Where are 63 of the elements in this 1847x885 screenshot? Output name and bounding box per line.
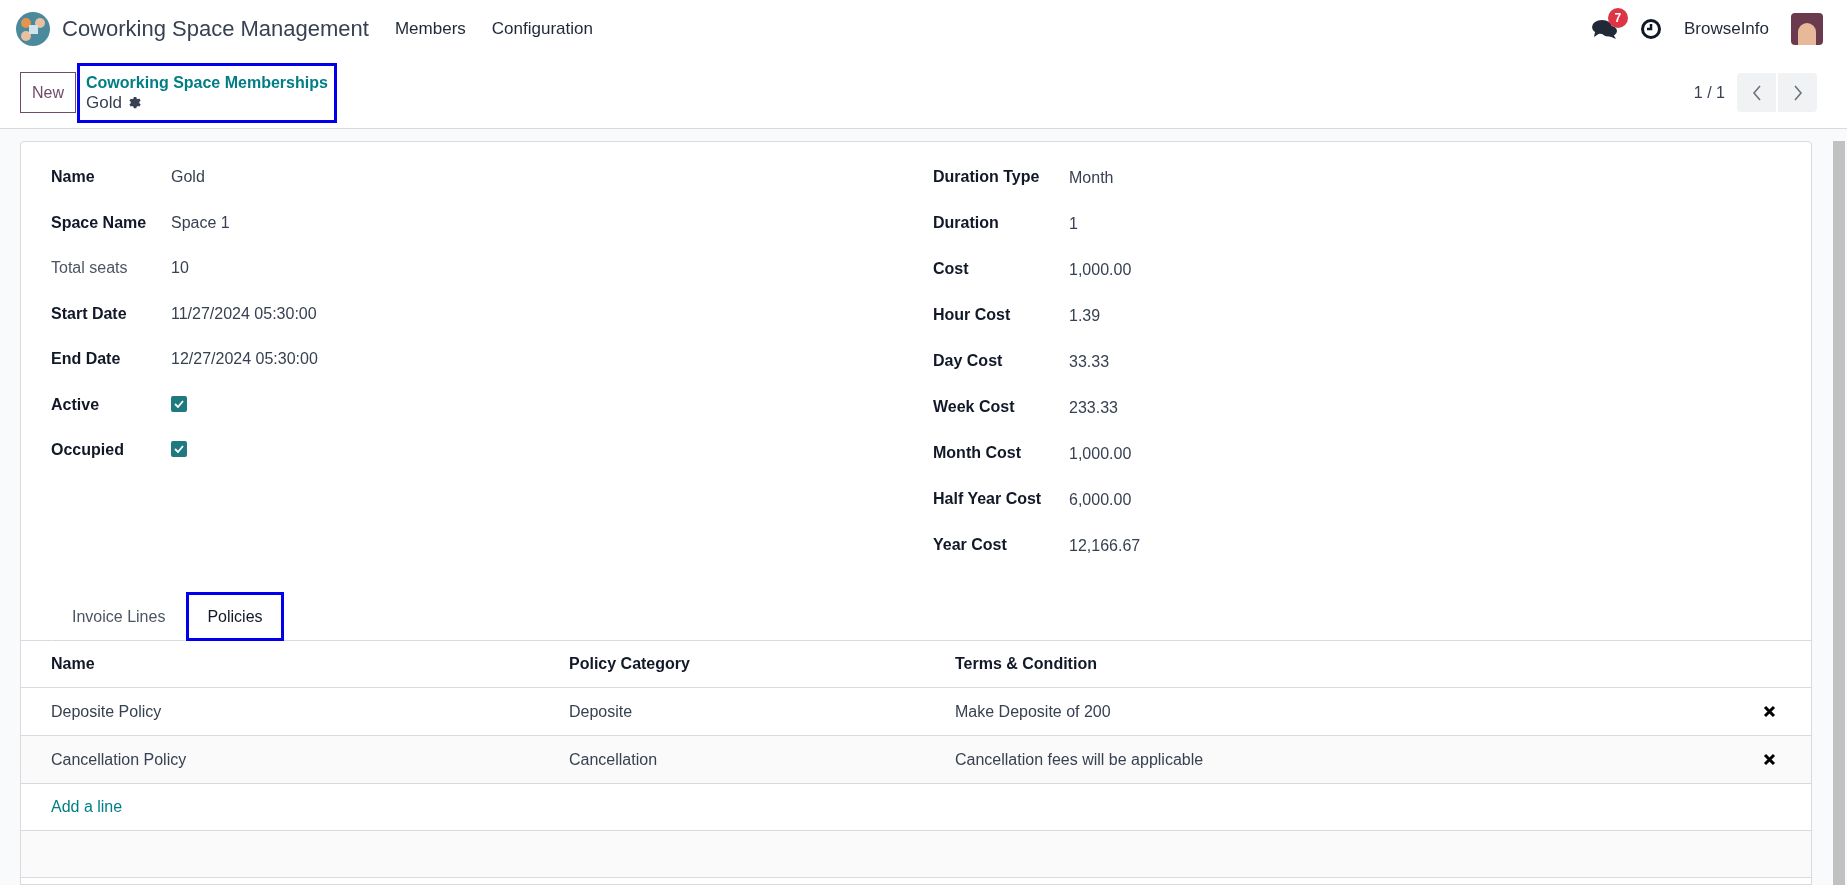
field-value: 12,166.67: [1069, 536, 1141, 556]
field-label: Name: [51, 167, 96, 187]
field-label: Hour Cost: [933, 305, 1012, 325]
field-value: 6,000.00: [1069, 490, 1132, 510]
field-label: End Date: [51, 349, 122, 369]
user-name[interactable]: BrowseInfo: [1683, 15, 1769, 42]
field-label: Duration: [933, 213, 1000, 233]
field-label: Day Cost: [933, 351, 1004, 371]
delete-icon[interactable]: [1763, 753, 1776, 766]
field-label: Cost: [933, 259, 970, 279]
field-value: 1.39: [1069, 306, 1101, 326]
field-value: 1: [1069, 214, 1078, 234]
checkmark-icon: [174, 399, 184, 408]
field-value: 33.33: [1069, 352, 1110, 372]
field-label: Month Cost: [933, 443, 1022, 463]
checkbox[interactable]: [171, 441, 187, 457]
field-value: 1,000.00: [1069, 444, 1132, 464]
chevron-right-icon: [1792, 83, 1803, 102]
field-label: Half Year Cost: [933, 489, 1043, 509]
notification-badge: 7: [1607, 7, 1628, 28]
breadcrumb-link[interactable]: Coworking Space Memberships: [86, 72, 328, 93]
user-avatar[interactable]: [1791, 12, 1823, 45]
table-cell-text: Cancellation fees will be applicable: [955, 749, 1205, 770]
pager-value: 1 / 1: [1693, 82, 1725, 103]
field-value: 12/27/2024 05:30:00: [171, 349, 318, 369]
field-label: Week Cost: [933, 397, 1016, 417]
column-header: Name: [51, 654, 96, 674]
table-cell-text: Make Deposite of 200: [955, 701, 1112, 722]
field-value: 11/27/2024 05:30:00: [171, 303, 317, 324]
new-button[interactable]: New: [20, 72, 76, 113]
checkmark-icon: [174, 445, 184, 453]
chevron-left-icon: [1751, 83, 1762, 102]
delete-icon[interactable]: [1763, 705, 1776, 718]
record-title: Gold: [86, 92, 122, 113]
field-value: Gold: [171, 167, 205, 187]
column-header: Terms & Condition: [955, 654, 1098, 674]
app-logo-icon: [16, 11, 50, 46]
app-title: Coworking Space Management: [62, 15, 369, 43]
add-line-link[interactable]: Add a line: [51, 795, 123, 819]
column-header: Policy Category: [569, 654, 691, 674]
field-label: Start Date: [51, 303, 128, 324]
field-value: Month: [1069, 168, 1114, 188]
field-label: Total seats: [51, 258, 129, 278]
menu-item[interactable]: Members: [394, 15, 466, 42]
table-row[interactable]: Cancellation Policy Cancellation Cancellation fees will be applicable: [21, 736, 1811, 784]
table-cell-text: Cancellation: [569, 749, 659, 770]
clock-icon[interactable]: [1639, 17, 1662, 40]
field-label: Space Name: [51, 212, 148, 233]
scrollbar[interactable]: [1833, 141, 1845, 885]
field-label: Year Cost: [933, 535, 1008, 555]
field-label: Active: [51, 394, 101, 415]
field-value: Space 1: [171, 212, 230, 233]
field-label: Duration Type: [933, 167, 1041, 187]
menu-item[interactable]: Configuration: [491, 15, 593, 42]
table-cell-text: Cancellation Policy: [51, 749, 188, 770]
table-cell-text: Deposite Policy: [51, 701, 163, 722]
tab[interactable]: Policies: [186, 592, 284, 641]
table-cell-text: Deposite: [569, 701, 634, 722]
field-label: Occupied: [51, 440, 125, 460]
field-value: 1,000.00: [1069, 260, 1132, 280]
field-value: 10: [171, 258, 189, 278]
checkbox[interactable]: [171, 395, 187, 412]
field-value: 233.33: [1069, 398, 1118, 418]
